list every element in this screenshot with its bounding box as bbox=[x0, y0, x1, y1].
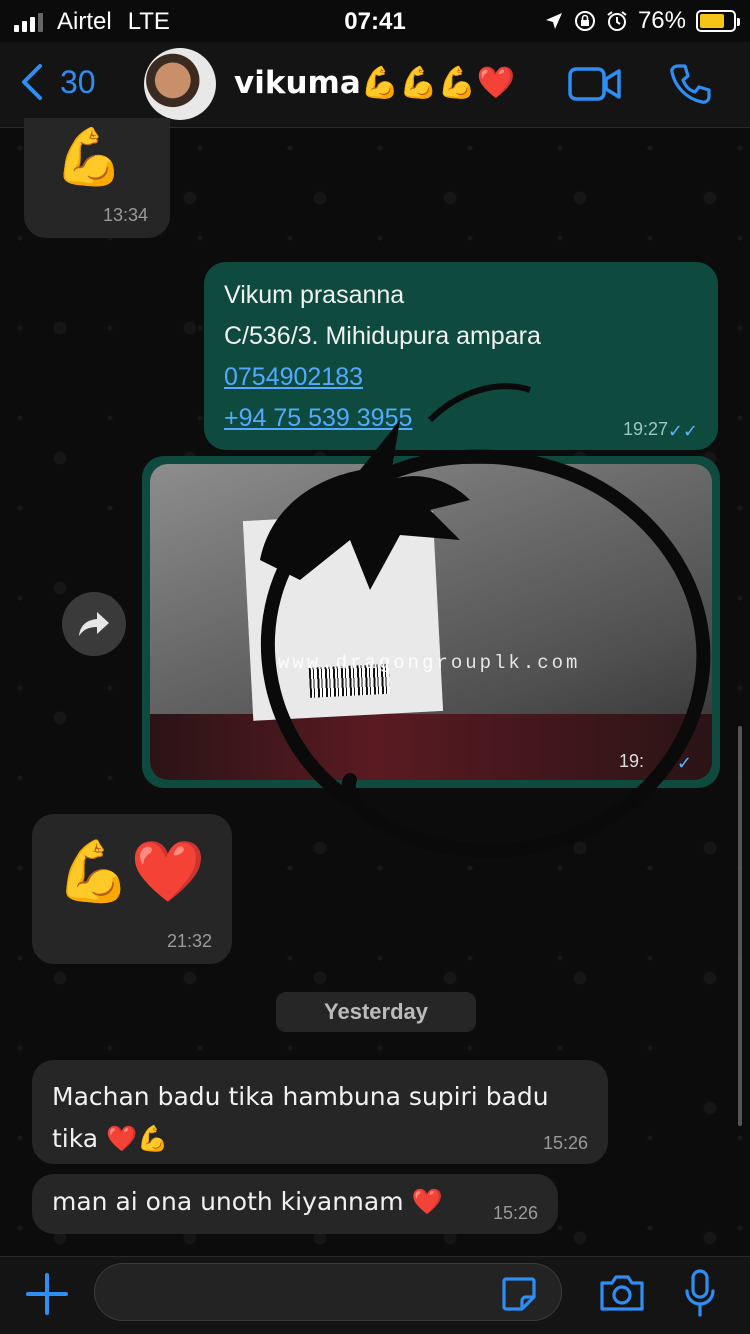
message-line-name: Vikum prasanna bbox=[224, 281, 405, 309]
phone-link-2[interactable]: +94 75 539 3955 bbox=[224, 404, 412, 433]
phone-call-icon[interactable] bbox=[668, 62, 712, 106]
location-icon bbox=[545, 13, 562, 29]
status-bar: Airtel LTE 07:41 76% bbox=[0, 0, 750, 42]
message-text: Machan badu tika hambuna supiri badu tik… bbox=[52, 1082, 549, 1153]
message-bubble-incoming[interactable]: Machan badu tika hambuna supiri badu tik… bbox=[32, 1060, 608, 1164]
photo-message[interactable]: 19: ✓✓ bbox=[142, 456, 720, 788]
video-call-icon[interactable] bbox=[568, 66, 622, 102]
message-text: 💪❤️ bbox=[56, 837, 206, 907]
alarm-icon bbox=[607, 11, 627, 31]
shipping-label bbox=[242, 511, 444, 721]
contact-name[interactable]: vikuma💪💪💪❤️ bbox=[234, 64, 515, 101]
unread-count: 30 bbox=[60, 63, 96, 100]
message-time: 19:27 bbox=[622, 419, 668, 439]
scrollbar[interactable] bbox=[738, 726, 742, 1126]
message-time: 15:26 bbox=[542, 1133, 588, 1153]
status-right: 76% bbox=[544, 7, 740, 35]
camera-icon[interactable] bbox=[598, 1273, 646, 1313]
sticker-icon[interactable] bbox=[500, 1275, 538, 1313]
message-input[interactable] bbox=[94, 1263, 562, 1321]
forward-icon bbox=[79, 612, 109, 636]
chat-header: 30 vikuma💪💪💪❤️ bbox=[0, 42, 750, 128]
plus-icon[interactable] bbox=[24, 1271, 70, 1317]
message-time: 21:32 bbox=[166, 931, 212, 951]
parcel-photo[interactable] bbox=[150, 464, 712, 780]
message-text: man ai ona unoth kiyannam ❤️ bbox=[52, 1187, 443, 1216]
rotation-lock-icon bbox=[574, 11, 595, 31]
message-bubble-incoming[interactable]: man ai ona unoth kiyannam ❤️ 15:26 bbox=[32, 1174, 558, 1234]
battery-icon bbox=[696, 10, 740, 32]
message-bubble-outgoing[interactable]: Vikum prasanna C/536/3. Mihidupura ampar… bbox=[204, 262, 718, 450]
phone-link-1[interactable]: 0754902183 bbox=[224, 363, 363, 392]
chevron-left-icon bbox=[22, 64, 42, 100]
date-separator: Yesterday bbox=[276, 992, 476, 1032]
read-ticks-icon: ✓✓ bbox=[667, 421, 698, 441]
composer-bar bbox=[0, 1256, 750, 1334]
message-bubble-incoming[interactable]: 💪 13:34 bbox=[24, 118, 170, 238]
message-text: 💪 bbox=[54, 125, 124, 190]
message-time: 15:26 bbox=[492, 1203, 538, 1223]
microphone-icon[interactable] bbox=[684, 1269, 716, 1319]
message-time: 19: bbox=[618, 751, 644, 771]
message-time: 13:34 bbox=[102, 205, 148, 225]
read-ticks-icon: ✓✓ bbox=[661, 753, 692, 773]
avatar[interactable] bbox=[144, 48, 216, 120]
message-bubble-incoming[interactable]: 💪❤️ 21:32 bbox=[32, 814, 232, 964]
forward-button[interactable] bbox=[62, 592, 126, 656]
watermark-text: www.dragongrouplk.com bbox=[278, 652, 581, 674]
battery-percent: 76% bbox=[637, 7, 686, 34]
message-line-address: C/536/3. Mihidupura ampara bbox=[224, 322, 541, 350]
back-button[interactable]: 30 bbox=[18, 62, 96, 102]
